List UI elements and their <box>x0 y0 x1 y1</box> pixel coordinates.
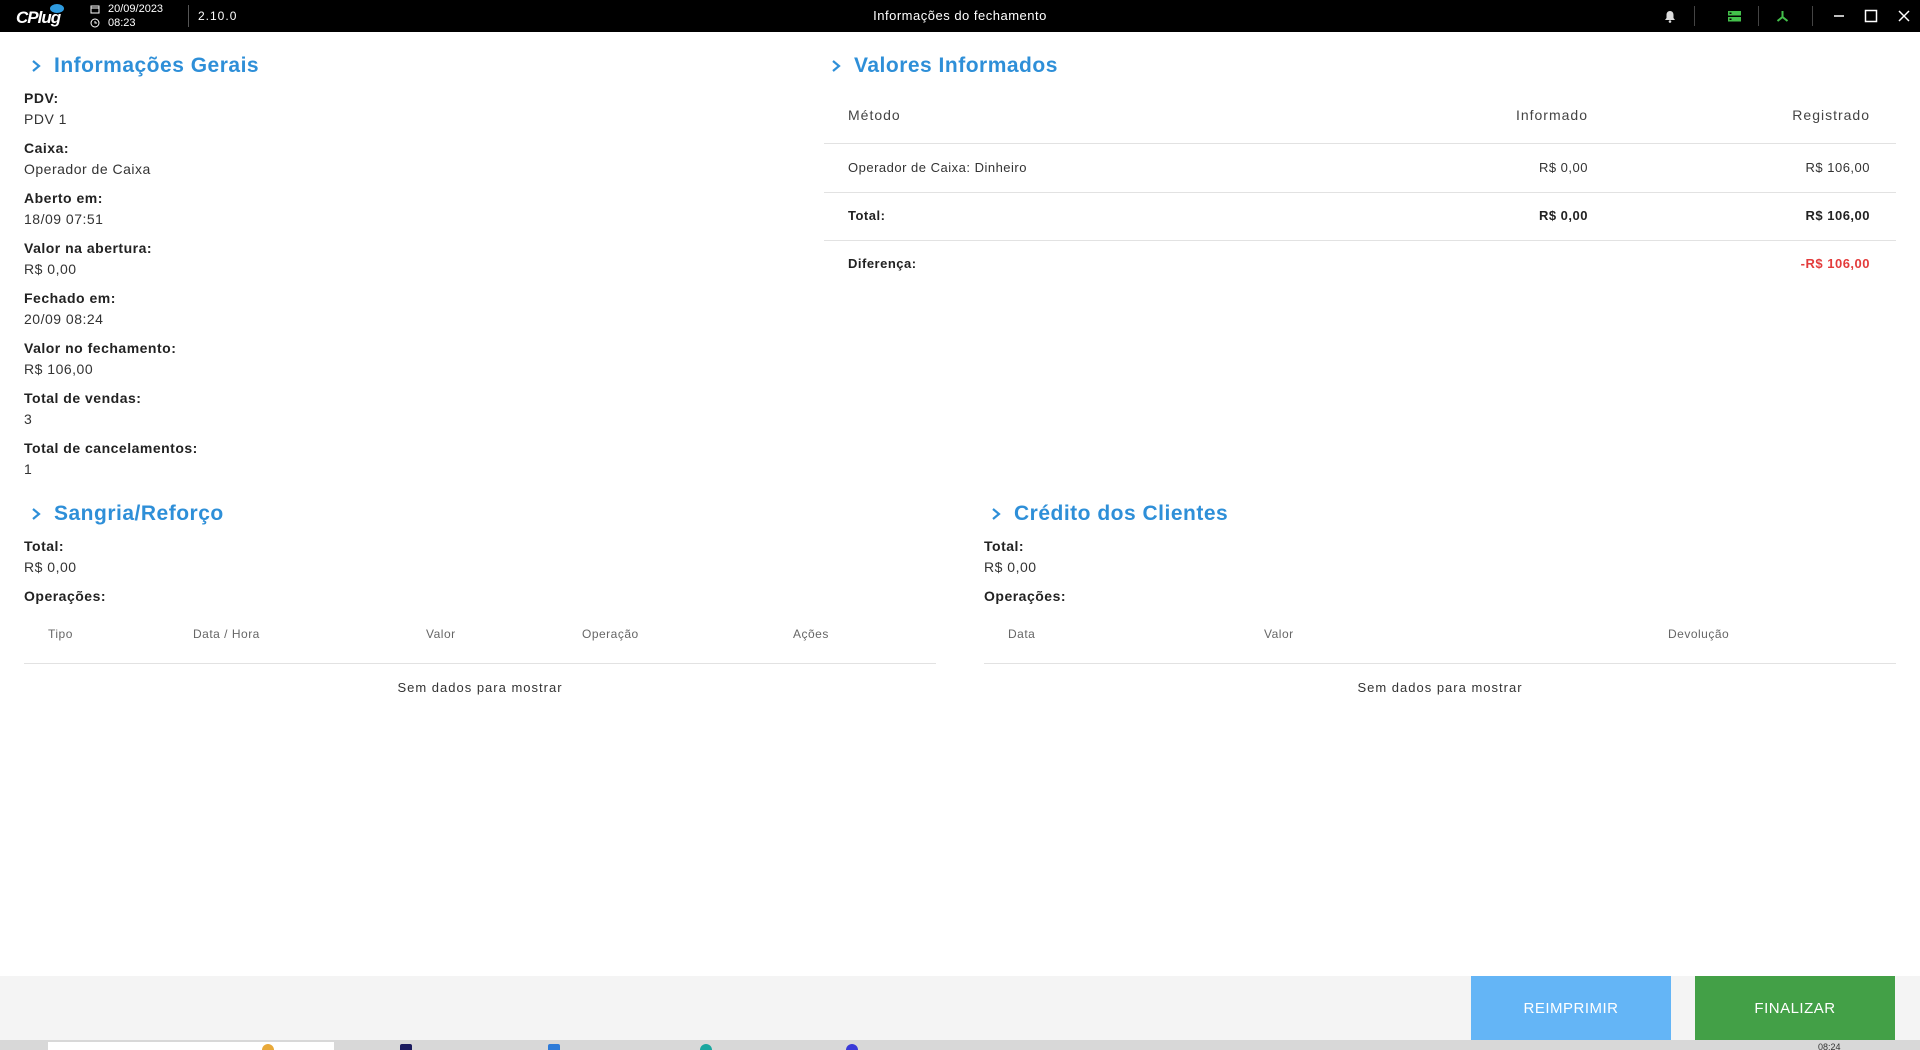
customer-credit-header[interactable]: Crédito dos Clientes <box>990 502 1228 526</box>
credit-empty-message: Sem dados para mostrar <box>1357 680 1523 695</box>
opened-at-label: Aberto em: <box>24 190 103 206</box>
pdv-label: PDV: <box>24 90 59 106</box>
caixa-value: Operador de Caixa <box>24 161 151 177</box>
difference-label: Diferença: <box>848 256 917 271</box>
reported-values-title: Valores Informados <box>854 54 1058 77</box>
opening-amount-value: R$ 0,00 <box>24 261 77 277</box>
datetime-display: 20/09/2023 08:23 <box>90 2 163 30</box>
total-cancellations-value: 1 <box>24 461 33 477</box>
customer-credit-title: Crédito dos Clientes <box>1014 502 1229 525</box>
total-label: Total: <box>848 208 886 223</box>
col-operacao: Operação <box>582 627 639 641</box>
table-divider <box>24 663 936 664</box>
title-bar: CPlug 20/09/2023 08:23 2.10.0 Informaçõe… <box>0 0 1920 32</box>
col-acoes: Ações <box>793 627 829 641</box>
bell-icon[interactable] <box>1660 6 1680 26</box>
close-icon[interactable] <box>1894 6 1914 26</box>
table-divider <box>824 143 1896 144</box>
logo-badge <box>50 4 64 13</box>
os-taskbar: 08:24 <box>0 1040 1920 1050</box>
col-devolucao: Devolução <box>1668 627 1730 641</box>
pdv-value: PDV 1 <box>24 111 67 127</box>
col-data-hora: Data / Hora <box>193 627 260 641</box>
taskbar-app-icon[interactable] <box>400 1044 412 1050</box>
finish-button[interactable]: FINALIZAR <box>1695 976 1895 1040</box>
total-sales-label: Total de vendas: <box>24 390 142 406</box>
chevron-right-icon <box>832 60 841 72</box>
clock-icon <box>90 18 100 28</box>
col-informed: Informado <box>1515 107 1588 123</box>
current-time: 08:23 <box>108 17 136 29</box>
minimize-icon[interactable] <box>1829 6 1849 26</box>
total-informed: R$ 0,00 <box>1538 208 1588 223</box>
taskbar-search[interactable] <box>48 1042 334 1050</box>
taskbar-app-icon[interactable] <box>548 1044 560 1050</box>
titlebar-divider-3 <box>1758 6 1759 26</box>
titlebar-divider <box>188 5 189 27</box>
window-title: Informações do fechamento <box>873 8 1047 23</box>
withdrawal-total-value: R$ 0,00 <box>24 559 77 575</box>
opened-at-value: 18/09 07:51 <box>24 211 104 227</box>
total-sales-value: 3 <box>24 411 33 427</box>
taskbar-app-icon[interactable] <box>846 1044 858 1050</box>
taskbar-app-icon[interactable] <box>700 1044 712 1050</box>
titlebar-divider-2 <box>1694 6 1695 26</box>
col-method: Método <box>848 107 901 123</box>
credit-operations-label: Operações: <box>984 588 1067 604</box>
taskbar-app-icon[interactable] <box>262 1044 274 1050</box>
maximize-icon[interactable] <box>1861 6 1881 26</box>
col-valor: Valor <box>1264 627 1294 641</box>
withdrawal-empty-message: Sem dados para mostrar <box>397 680 563 695</box>
chevron-right-icon <box>32 60 41 72</box>
col-tipo: Tipo <box>48 627 73 641</box>
reprint-button[interactable]: REIMPRIMIR <box>1471 976 1671 1040</box>
cplug-logo: CPlug <box>16 4 66 28</box>
closing-amount-value: R$ 106,00 <box>24 361 94 377</box>
table-divider <box>984 663 1896 664</box>
credit-total-label: Total: <box>984 538 1025 554</box>
col-valor: Valor <box>426 627 456 641</box>
row-informed: R$ 0,00 <box>1538 160 1588 175</box>
caixa-label: Caixa: <box>24 140 70 156</box>
chevron-right-icon <box>992 508 1001 520</box>
titlebar-divider-4 <box>1812 6 1813 26</box>
col-data: Data <box>1008 627 1036 641</box>
reported-values-header[interactable]: Valores Informados <box>830 54 1058 78</box>
taskbar-clock: 08:24 <box>1818 1042 1841 1050</box>
current-date: 20/09/2023 <box>108 3 164 15</box>
withdrawal-operations-label: Operações: <box>24 588 107 604</box>
withdrawal-total-label: Total: <box>24 538 65 554</box>
closed-at-value: 20/09 08:24 <box>24 311 104 327</box>
opening-amount-label: Valor na abertura: <box>24 240 153 256</box>
network-icon[interactable] <box>1772 6 1792 26</box>
table-divider <box>824 192 1896 193</box>
withdrawal-title: Sangria/Reforço <box>54 502 224 525</box>
general-info-title: Informações Gerais <box>54 54 260 77</box>
server-icon[interactable] <box>1724 6 1744 26</box>
credit-total-value: R$ 0,00 <box>984 559 1037 575</box>
closing-amount-label: Valor no fechamento: <box>24 340 177 356</box>
total-cancellations-label: Total de cancelamentos: <box>24 440 198 456</box>
general-info-header[interactable]: Informações Gerais <box>30 54 259 78</box>
withdrawal-header[interactable]: Sangria/Reforço <box>30 502 224 526</box>
closed-at-label: Fechado em: <box>24 290 116 306</box>
app-version: 2.10.0 <box>198 9 238 23</box>
row-registered: R$ 106,00 <box>1805 160 1870 175</box>
difference-value: -R$ 106,00 <box>1800 256 1870 271</box>
row-method: Operador de Caixa: Dinheiro <box>848 160 1027 175</box>
calendar-icon <box>90 5 100 14</box>
chevron-right-icon <box>32 508 41 520</box>
table-divider <box>824 240 1896 241</box>
total-registered: R$ 106,00 <box>1805 208 1870 223</box>
col-registered: Registrado <box>1792 107 1870 123</box>
